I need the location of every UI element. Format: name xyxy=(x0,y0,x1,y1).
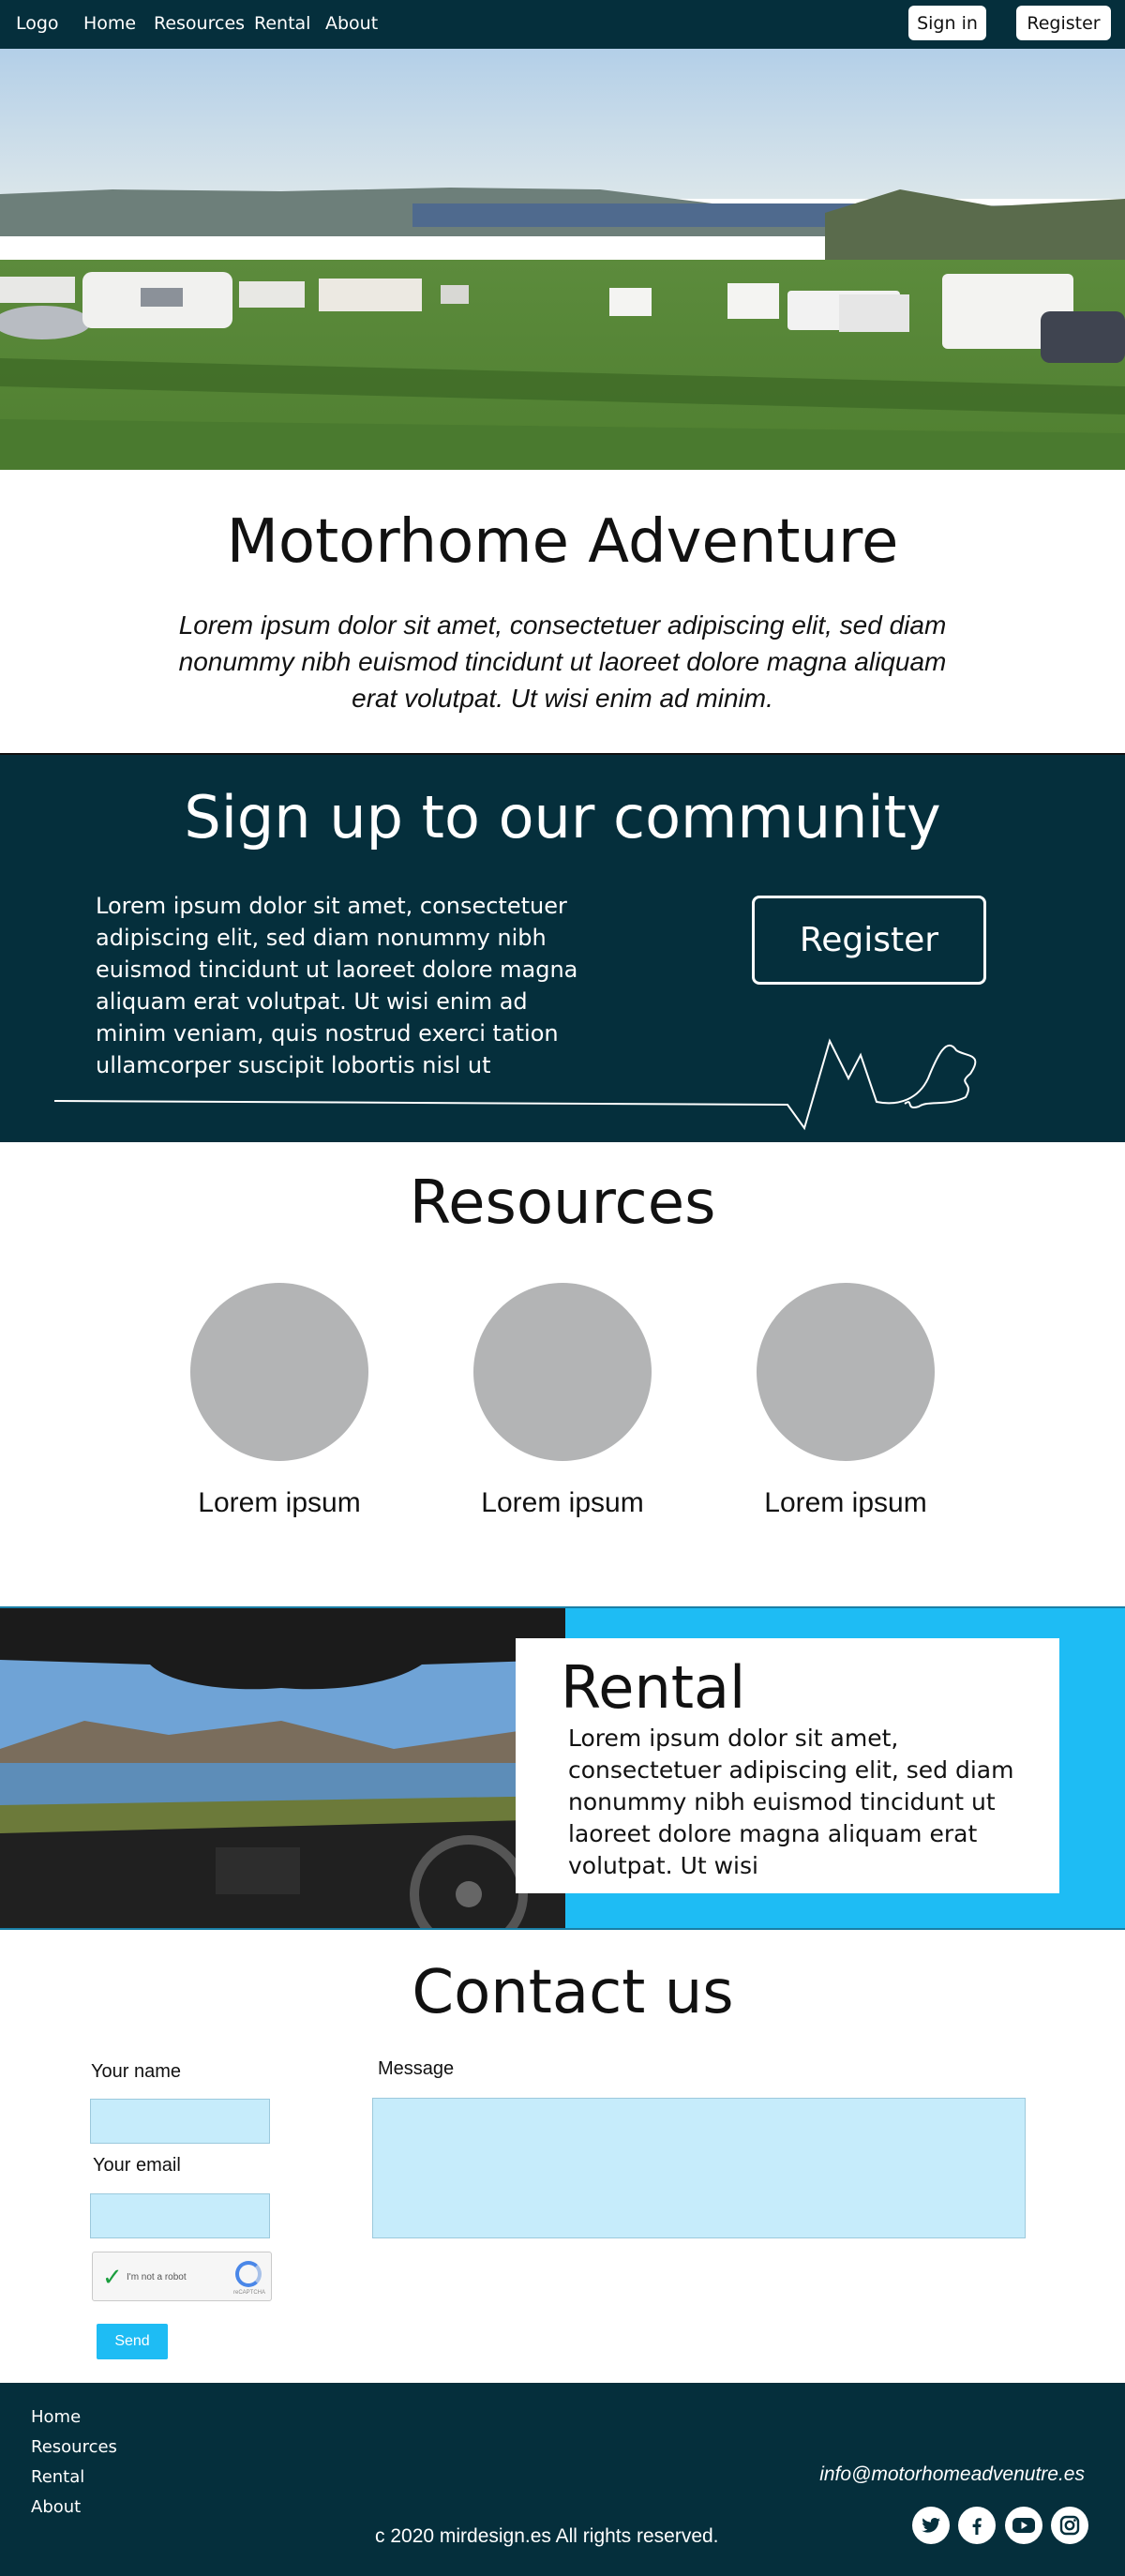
name-label: Your name xyxy=(91,2061,181,2082)
resource-item[interactable]: Lorem ipsum xyxy=(445,1283,680,1519)
nav-link-about[interactable]: About xyxy=(325,13,378,34)
copyright: c 2020 mirdesign.es All rights reserved. xyxy=(375,2525,719,2547)
resource-image-placeholder xyxy=(190,1283,368,1461)
nav-link-rental[interactable]: Rental xyxy=(254,13,310,34)
campsite-photo xyxy=(0,49,1125,470)
name-input[interactable] xyxy=(90,2099,270,2144)
message-label: Message xyxy=(378,2058,455,2079)
page-title: Motorhome Adventure xyxy=(226,507,899,577)
top-nav: Logo Home Resources Rental About Sign in… xyxy=(0,0,1125,49)
recaptcha-logo-icon xyxy=(235,2261,262,2287)
intro-section: Motorhome Adventure Lorem ipsum dolor si… xyxy=(0,470,1125,753)
send-button[interactable]: Send xyxy=(97,2324,168,2359)
resource-label: Lorem ipsum xyxy=(764,1487,927,1518)
resource-label: Lorem ipsum xyxy=(481,1487,644,1518)
rental-title: Rental xyxy=(561,1653,746,1722)
hero-image xyxy=(0,49,1125,470)
register-nav-button[interactable]: Register xyxy=(1016,6,1111,40)
email-input[interactable] xyxy=(90,2193,270,2238)
nav-link-home[interactable]: Home xyxy=(83,13,136,34)
contact-section: Contact us Your name Your email Message … xyxy=(0,1930,1125,2383)
footer: Home Resources Rental About info@motorho… xyxy=(0,2383,1125,2576)
facebook-icon[interactable] xyxy=(958,2507,996,2544)
email-label: Your email xyxy=(93,2155,181,2176)
rental-section: Rental Lorem ipsum dolor sit amet, conse… xyxy=(0,1606,1125,1930)
footer-link-about[interactable]: About xyxy=(31,2497,81,2517)
logo[interactable]: Logo xyxy=(16,13,59,34)
rental-photo xyxy=(0,1608,565,1928)
resource-item[interactable]: Lorem ipsum xyxy=(162,1283,397,1519)
resources-title: Resources xyxy=(409,1168,716,1238)
intro-text: Lorem ipsum dolor sit amet, consectetuer… xyxy=(178,610,947,713)
heartbeat-line-graphic xyxy=(53,1038,977,1131)
recaptcha-widget[interactable]: ✓ I'm not a robot reCAPTCHA xyxy=(92,2252,272,2301)
contact-title: Contact us xyxy=(412,1958,734,2027)
captcha-brand: reCAPTCHA xyxy=(233,2290,266,2296)
checkmark-icon: ✓ xyxy=(102,2264,123,2292)
resource-image-placeholder xyxy=(473,1283,652,1461)
resource-image-placeholder xyxy=(757,1283,935,1461)
footer-link-rental[interactable]: Rental xyxy=(31,2467,84,2487)
nav-link-resources[interactable]: Resources xyxy=(154,13,245,34)
captcha-label: I'm not a robot xyxy=(127,2272,187,2282)
community-section: Sign up to our community Lorem ipsum dol… xyxy=(0,753,1125,1142)
message-textarea[interactable] xyxy=(372,2098,1026,2238)
instagram-icon[interactable] xyxy=(1051,2507,1088,2544)
footer-email[interactable]: info@motorhomeadvenutre.es xyxy=(819,2463,1085,2486)
rental-card: Rental Lorem ipsum dolor sit amet, conse… xyxy=(516,1638,1059,1893)
twitter-icon[interactable] xyxy=(912,2507,950,2544)
resources-section: Resources Lorem ipsum Lorem ipsum Lorem … xyxy=(0,1142,1125,1606)
footer-link-home[interactable]: Home xyxy=(31,2407,81,2427)
footer-link-resources[interactable]: Resources xyxy=(31,2437,117,2457)
resource-label: Lorem ipsum xyxy=(198,1487,361,1518)
rental-text: Lorem ipsum dolor sit amet, consectetuer… xyxy=(568,1725,1014,1879)
sign-in-button[interactable]: Sign in xyxy=(908,6,986,40)
resource-item[interactable]: Lorem ipsum xyxy=(728,1283,963,1519)
youtube-icon[interactable] xyxy=(1005,2507,1042,2544)
